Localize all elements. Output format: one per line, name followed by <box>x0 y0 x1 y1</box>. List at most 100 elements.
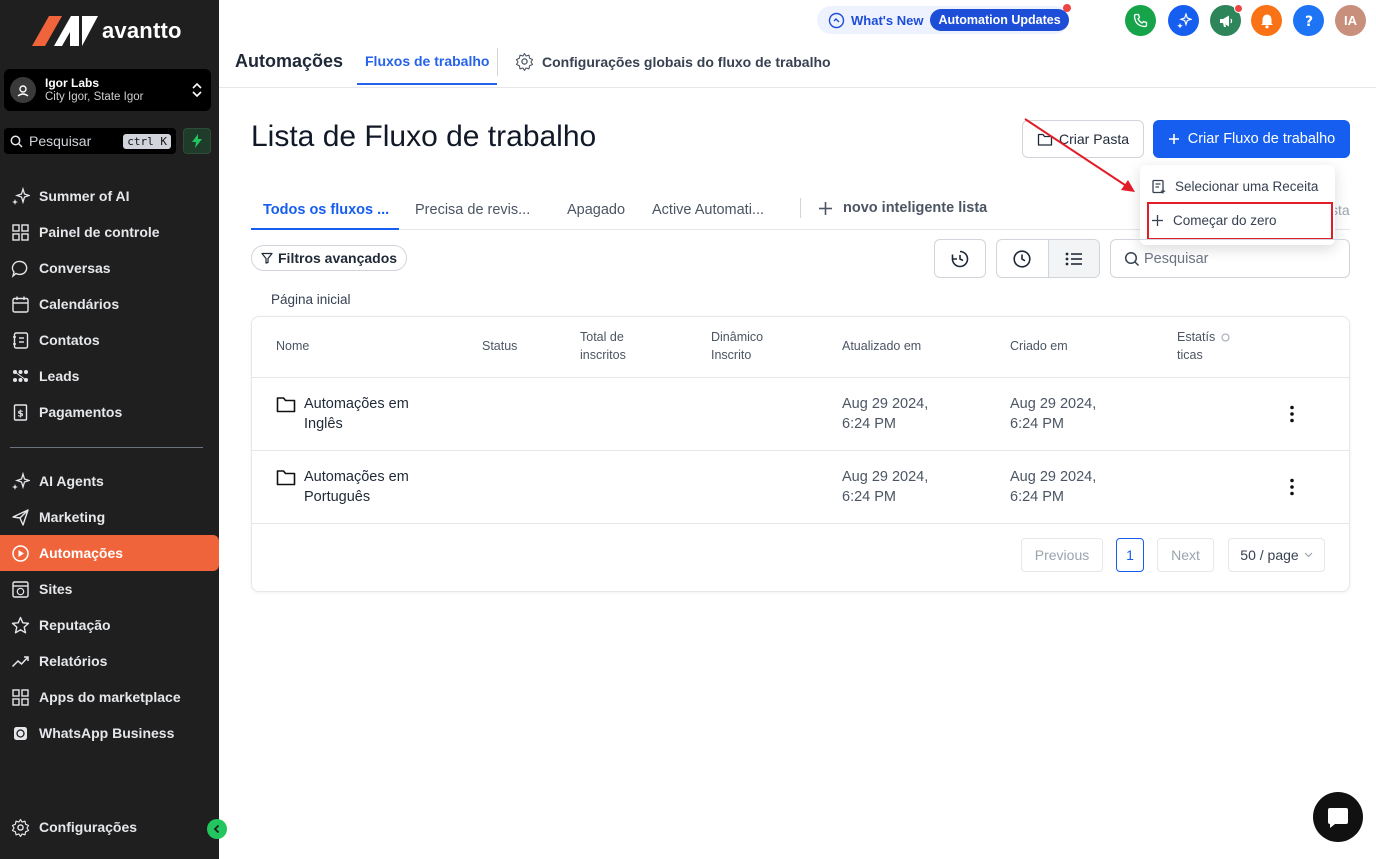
folder-name-cell[interactable]: Automações em Inglês <box>276 394 409 434</box>
column-label-line: ticas <box>1177 348 1203 362</box>
tabs-divider <box>800 198 801 218</box>
tab-needs-review[interactable]: Precisa de revis... <box>415 190 530 230</box>
folder-name-line: Automações em <box>304 396 409 412</box>
updated-at-cell: Aug 29 2024, 6:24 PM <box>842 467 928 507</box>
tab-active-automations[interactable]: Active Automati... <box>652 190 764 230</box>
bell-icon <box>1260 14 1273 28</box>
brand-logo[interactable]: avantto <box>32 14 182 48</box>
automation-updates-pill[interactable]: Automation Updates <box>930 9 1069 31</box>
dashboard-icon <box>12 223 29 241</box>
plus-icon <box>1168 134 1179 144</box>
new-smart-list-button[interactable]: novo inteligente lista <box>818 200 987 216</box>
sidebar-item-label: AI Agents <box>39 473 104 489</box>
folder-name-line: Inglês <box>304 416 343 432</box>
time-line: 6:24 PM <box>1010 416 1064 432</box>
sidebar-item-payments[interactable]: $ Pagamentos <box>0 394 219 430</box>
column-status: Status <box>482 339 518 353</box>
phone-button[interactable] <box>1125 5 1156 36</box>
annotation-highlight-box <box>1147 202 1333 240</box>
notifications-button[interactable] <box>1251 5 1282 36</box>
sidebar-item-dashboard[interactable]: Painel de controle <box>0 214 219 250</box>
time-line: 6:24 PM <box>842 416 896 432</box>
sidebar-divider <box>10 447 203 448</box>
next-page-button[interactable]: Next <box>1157 538 1214 572</box>
page-size-select[interactable]: 50 / page <box>1228 538 1325 572</box>
created-at-cell: Aug 29 2024, 6:24 PM <box>1010 394 1096 434</box>
contacts-icon <box>13 331 29 349</box>
search-icon <box>10 135 23 148</box>
sidebar-item-marketplace-apps[interactable]: Apps do marketplace <box>0 679 219 715</box>
sidebar-item-calendars[interactable]: Calendários <box>0 286 219 322</box>
page-size-value: 50 / page <box>1240 547 1299 563</box>
sidebar-item-whatsapp-business[interactable]: WhatsApp Business <box>0 715 219 751</box>
sidebar-item-ai-agents[interactable]: AI Agents <box>0 463 219 499</box>
table-row[interactable]: Automações em Inglês Aug 29 2024, 6:24 P… <box>252 378 1349 451</box>
user-avatar[interactable]: IA <box>1335 5 1366 36</box>
tab-workflows[interactable]: Fluxos de trabalho <box>357 40 498 85</box>
account-switcher[interactable]: Igor Labs City Igor, State Igor <box>4 69 211 111</box>
section-title: Automações <box>235 51 344 71</box>
sidebar-collapse-button[interactable] <box>207 819 227 839</box>
previous-page-button[interactable]: Previous <box>1021 538 1103 572</box>
breadcrumb[interactable]: Página inicial <box>271 292 351 307</box>
select-recipe-option[interactable]: Selecionar uma Receita <box>1140 169 1335 203</box>
ai-assistant-button[interactable] <box>1168 5 1199 36</box>
history-button[interactable] <box>934 239 986 278</box>
sidebar-item-automations[interactable]: Automações <box>0 535 219 571</box>
clock-view-button[interactable] <box>997 240 1048 277</box>
created-at-cell: Aug 29 2024, 6:24 PM <box>1010 467 1096 507</box>
column-label-text: Estatís <box>1177 330 1216 344</box>
bolt-icon <box>192 134 202 148</box>
more-options-icon[interactable] <box>1282 404 1302 424</box>
list-view-button[interactable] <box>1047 240 1099 277</box>
create-workflow-button[interactable]: Criar Fluxo de trabalho <box>1153 120 1350 158</box>
sidebar-item-label: Pagamentos <box>39 404 123 420</box>
table-row[interactable]: Automações em Português Aug 29 2024, 6:2… <box>252 451 1349 524</box>
tab-deleted[interactable]: Apagado <box>567 190 625 230</box>
more-options-icon[interactable] <box>1282 477 1302 497</box>
sidebar-item-reputation[interactable]: Reputação <box>0 607 219 643</box>
tab-global-workflow-settings[interactable]: Configurações globais do fluxo de trabal… <box>515 52 831 71</box>
automation-icon <box>12 544 29 562</box>
info-icon[interactable] <box>1221 333 1230 342</box>
sidebar-item-reports[interactable]: Relatórios <box>0 643 219 679</box>
chat-icon <box>11 260 28 278</box>
whats-new-banner[interactable]: What's New Automation Updates <box>817 4 1071 34</box>
sidebar-item-summer-of-ai[interactable]: Summer of AI <box>0 178 219 214</box>
quick-action-button[interactable] <box>183 128 211 154</box>
sidebar-item-leads[interactable]: Leads <box>0 358 219 394</box>
chat-widget-button[interactable] <box>1313 792 1363 842</box>
announcements-button[interactable] <box>1210 4 1243 36</box>
sidebar-item-conversations[interactable]: Conversas <box>0 250 219 286</box>
table-header-row: Nome Status Total de inscritos Dinâmico … <box>252 317 1349 378</box>
chevron-down-icon <box>1304 552 1313 558</box>
page-number-current[interactable]: 1 <box>1116 538 1144 572</box>
sidebar-item-label: Painel de controle <box>39 224 160 240</box>
date-line: Aug 29 2024, <box>842 469 929 485</box>
payments-icon: $ <box>13 403 28 421</box>
advanced-filters-button[interactable]: Filtros avançados <box>251 245 407 271</box>
search-placeholder: Pesquisar <box>1144 250 1209 267</box>
workflow-table: Nome Status Total de inscritos Dinâmico … <box>251 316 1350 592</box>
column-statistics: Estatís ticas <box>1177 328 1230 364</box>
advanced-filters-label: Filtros avançados <box>278 250 398 266</box>
column-created-at[interactable]: Criado em <box>1010 337 1068 355</box>
column-updated-at[interactable]: Atualizado em <box>842 337 921 355</box>
sidebar-item-settings[interactable]: Configurações <box>0 809 219 845</box>
sidebar-item-label: Contatos <box>39 332 100 348</box>
sidebar-item-contacts[interactable]: Contatos <box>0 322 219 358</box>
workflow-search-input[interactable]: Pesquisar <box>1110 239 1350 278</box>
sidebar-search[interactable]: Pesquisar ctrl K <box>4 128 176 154</box>
folder-name-line: Português <box>304 489 371 505</box>
folder-name-cell[interactable]: Automações em Português <box>276 467 409 507</box>
sidebar-item-sites[interactable]: Sites <box>0 571 219 607</box>
sidebar-item-marketing[interactable]: Marketing <box>0 499 219 535</box>
sidebar-item-label: WhatsApp Business <box>39 725 175 741</box>
tab-all-workflows[interactable]: Todos os fluxos ... <box>251 190 400 230</box>
globe-icon <box>12 580 29 598</box>
avatar-initials: IA <box>1344 13 1357 28</box>
help-button[interactable]: ? <box>1293 5 1324 36</box>
sidebar-item-label: Apps do marketplace <box>39 689 181 705</box>
sidebar: avantto Igor Labs City Igor, State Igor … <box>0 0 219 859</box>
gear-icon <box>515 52 534 71</box>
